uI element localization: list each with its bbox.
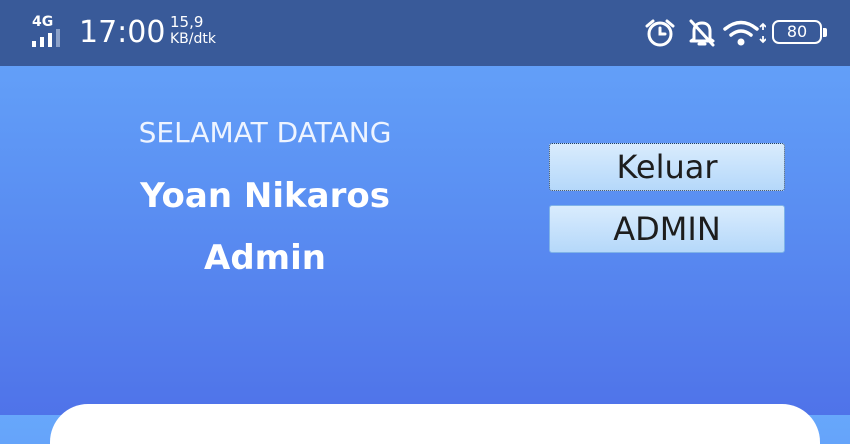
admin-button[interactable]: ADMIN [549,205,785,253]
status-time: 17:00 [79,15,166,50]
logout-button[interactable]: Keluar [549,143,785,191]
notifications-muted-icon [689,19,715,47]
network-speed: 15,9 KB/dtk [170,13,230,48]
signal-indicator: 4G [32,15,70,49]
user-name: Yoan Nikaros [140,176,390,216]
signal-strength-icon [32,29,60,47]
network-type-label: 4G [32,14,54,30]
battery-indicator: 80 [772,20,827,44]
welcome-greeting: SELAMAT DATANG [138,116,392,149]
network-speed-unit: KB/dtk [170,31,216,47]
status-bar: 4G 17:00 15,9 KB/dtk 80 [0,0,850,66]
user-role: Admin [204,238,326,278]
alarm-clock-icon [645,19,675,47]
wifi-icon [723,20,766,46]
content-panel [50,404,820,444]
network-speed-value: 15,9 [170,13,204,31]
